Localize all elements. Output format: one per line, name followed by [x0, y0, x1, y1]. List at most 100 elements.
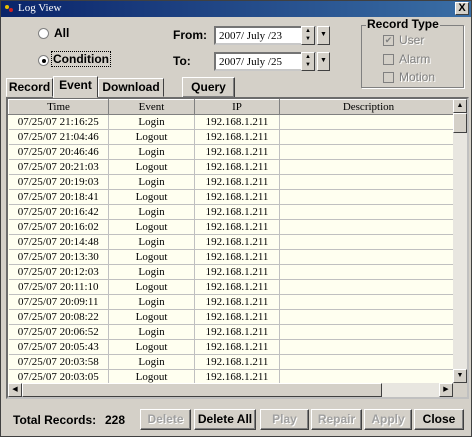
scroll-right-icon: ▶ [443, 386, 449, 393]
radio-condition-label: Condition [51, 51, 111, 67]
cell-time: 07/25/07 20:08:22 [8, 309, 109, 325]
cell-event: Login [108, 204, 195, 220]
scroll-up-icon: ▲ [456, 102, 464, 109]
to-date-dropdown[interactable]: ▼ [317, 52, 330, 71]
vertical-scrollbar[interactable]: ▲ ▼ [453, 99, 467, 383]
tab-record[interactable]: Record [6, 78, 53, 97]
cell-time: 07/25/07 20:03:58 [8, 354, 109, 370]
cell-description [279, 279, 458, 295]
play-button[interactable]: Play [260, 409, 309, 430]
to-date-spinner[interactable]: ▲ ▼ [301, 52, 315, 71]
column-header-event[interactable]: Event [108, 99, 195, 115]
from-date-spinner[interactable]: ▲ ▼ [301, 26, 315, 45]
spin-down-icon[interactable]: ▼ [302, 61, 314, 69]
cell-event: Logout [108, 129, 195, 145]
table-row[interactable]: 07/25/07 20:18:41 Logout 192.168.1.211 [8, 189, 458, 205]
cell-description [279, 204, 458, 220]
cell-ip: 192.168.1.211 [194, 309, 280, 325]
delete-all-button[interactable]: Delete All [194, 409, 256, 430]
cell-event: Logout [108, 309, 195, 325]
cell-ip: 192.168.1.211 [194, 219, 280, 235]
title-bar[interactable]: Log View X [1, 1, 471, 17]
cell-description [279, 294, 458, 310]
cell-time: 07/25/07 20:06:52 [8, 324, 109, 340]
tab-event[interactable]: Event [53, 76, 98, 98]
table-row[interactable]: 07/25/07 21:04:46 Logout 192.168.1.211 [8, 129, 458, 145]
tab-download[interactable]: Download [98, 78, 164, 97]
check-icon: ✔ [384, 35, 393, 45]
cell-ip: 192.168.1.211 [194, 129, 280, 145]
table-row[interactable]: 07/25/07 20:08:22 Logout 192.168.1.211 [8, 309, 458, 325]
column-header-ip[interactable]: IP [194, 99, 280, 115]
table-row[interactable]: 07/25/07 20:12:03 Login 192.168.1.211 [8, 264, 458, 280]
column-header-time[interactable]: Time [8, 99, 109, 115]
table-row[interactable]: 07/25/07 20:14:48 Login 192.168.1.211 [8, 234, 458, 250]
scroll-left-button[interactable]: ◀ [8, 383, 22, 397]
log-table: Time Event IP Description 07/25/07 21:16… [8, 99, 458, 385]
cell-ip: 192.168.1.211 [194, 339, 280, 355]
table-row[interactable]: 07/25/07 20:16:02 Logout 192.168.1.211 [8, 219, 458, 235]
scroll-left-icon: ◀ [12, 386, 18, 393]
cell-time: 07/25/07 20:12:03 [8, 264, 109, 280]
cell-event: Login [108, 354, 195, 370]
repair-button[interactable]: Repair [311, 409, 362, 430]
scroll-up-button[interactable]: ▲ [453, 99, 467, 113]
spin-down-icon[interactable]: ▼ [302, 35, 314, 43]
scroll-right-button[interactable]: ▶ [439, 383, 453, 397]
cell-time: 07/25/07 20:16:42 [8, 204, 109, 220]
cell-event: Logout [108, 279, 195, 295]
horizontal-scrollbar[interactable]: ◀ ▶ [8, 383, 453, 397]
log-view-window: Log View X All Condition From: 2007/ Jul… [0, 0, 472, 437]
cell-ip: 192.168.1.211 [194, 234, 280, 250]
column-header-description[interactable]: Description [279, 99, 458, 115]
table-row[interactable]: 07/25/07 20:03:58 Login 192.168.1.211 [8, 354, 458, 370]
to-date-value: 2007/ July /25 [219, 56, 282, 68]
chevron-down-icon: ▼ [320, 31, 327, 38]
delete-button[interactable]: Delete [140, 409, 191, 430]
record-type-group: Record Type ✔ User Alarm Motion [361, 17, 464, 88]
table-row[interactable]: 07/25/07 20:16:42 Login 192.168.1.211 [8, 204, 458, 220]
cell-event: Login [108, 174, 195, 190]
cell-description [279, 309, 458, 325]
motion-checkbox[interactable] [383, 72, 394, 83]
total-records-label: Total Records: [13, 413, 97, 427]
cell-time: 07/25/07 20:13:30 [8, 249, 109, 265]
from-date-value: 2007/ July /23 [219, 30, 282, 42]
cell-event: Login [108, 324, 195, 340]
cell-description [279, 234, 458, 250]
spin-up-icon[interactable]: ▲ [302, 27, 314, 35]
table-row[interactable]: 07/25/07 20:13:30 Logout 192.168.1.211 [8, 249, 458, 265]
user-checkbox[interactable]: ✔ [383, 35, 394, 46]
vertical-scroll-thumb[interactable] [453, 113, 467, 133]
table-row[interactable]: 07/25/07 20:06:52 Login 192.168.1.211 [8, 324, 458, 340]
horizontal-scroll-thumb[interactable] [22, 383, 382, 397]
scrollbar-corner [453, 383, 467, 397]
apply-button[interactable]: Apply [364, 409, 412, 430]
cell-time: 07/25/07 20:19:03 [8, 174, 109, 190]
from-date-dropdown[interactable]: ▼ [317, 26, 330, 45]
scroll-down-button[interactable]: ▼ [453, 369, 467, 383]
radio-all[interactable] [38, 28, 49, 39]
cell-time: 07/25/07 20:05:43 [8, 339, 109, 355]
table-row[interactable]: 07/25/07 20:46:46 Login 192.168.1.211 [8, 144, 458, 160]
close-button[interactable]: Close [414, 409, 464, 430]
cell-event: Logout [108, 189, 195, 205]
table-row[interactable]: 07/25/07 20:21:03 Logout 192.168.1.211 [8, 159, 458, 175]
spin-up-icon[interactable]: ▲ [302, 53, 314, 61]
table-row[interactable]: 07/25/07 20:09:11 Login 192.168.1.211 [8, 294, 458, 310]
window-title: Log View [18, 2, 62, 14]
alarm-checkbox[interactable] [383, 54, 394, 65]
cell-event: Logout [108, 249, 195, 265]
cell-description [279, 129, 458, 145]
close-window-button[interactable]: X [455, 2, 469, 15]
table-row[interactable]: 07/25/07 21:16:25 Login 192.168.1.211 [8, 114, 458, 130]
table-row[interactable]: 07/25/07 20:19:03 Login 192.168.1.211 [8, 174, 458, 190]
query-button[interactable]: Query [182, 77, 235, 98]
table-row[interactable]: 07/25/07 20:05:43 Logout 192.168.1.211 [8, 339, 458, 355]
cell-ip: 192.168.1.211 [194, 264, 280, 280]
radio-condition[interactable] [38, 55, 49, 66]
table-row[interactable]: 07/25/07 20:11:10 Logout 192.168.1.211 [8, 279, 458, 295]
cell-event: Logout [108, 159, 195, 175]
cell-time: 07/25/07 20:09:11 [8, 294, 109, 310]
cell-ip: 192.168.1.211 [194, 144, 280, 160]
